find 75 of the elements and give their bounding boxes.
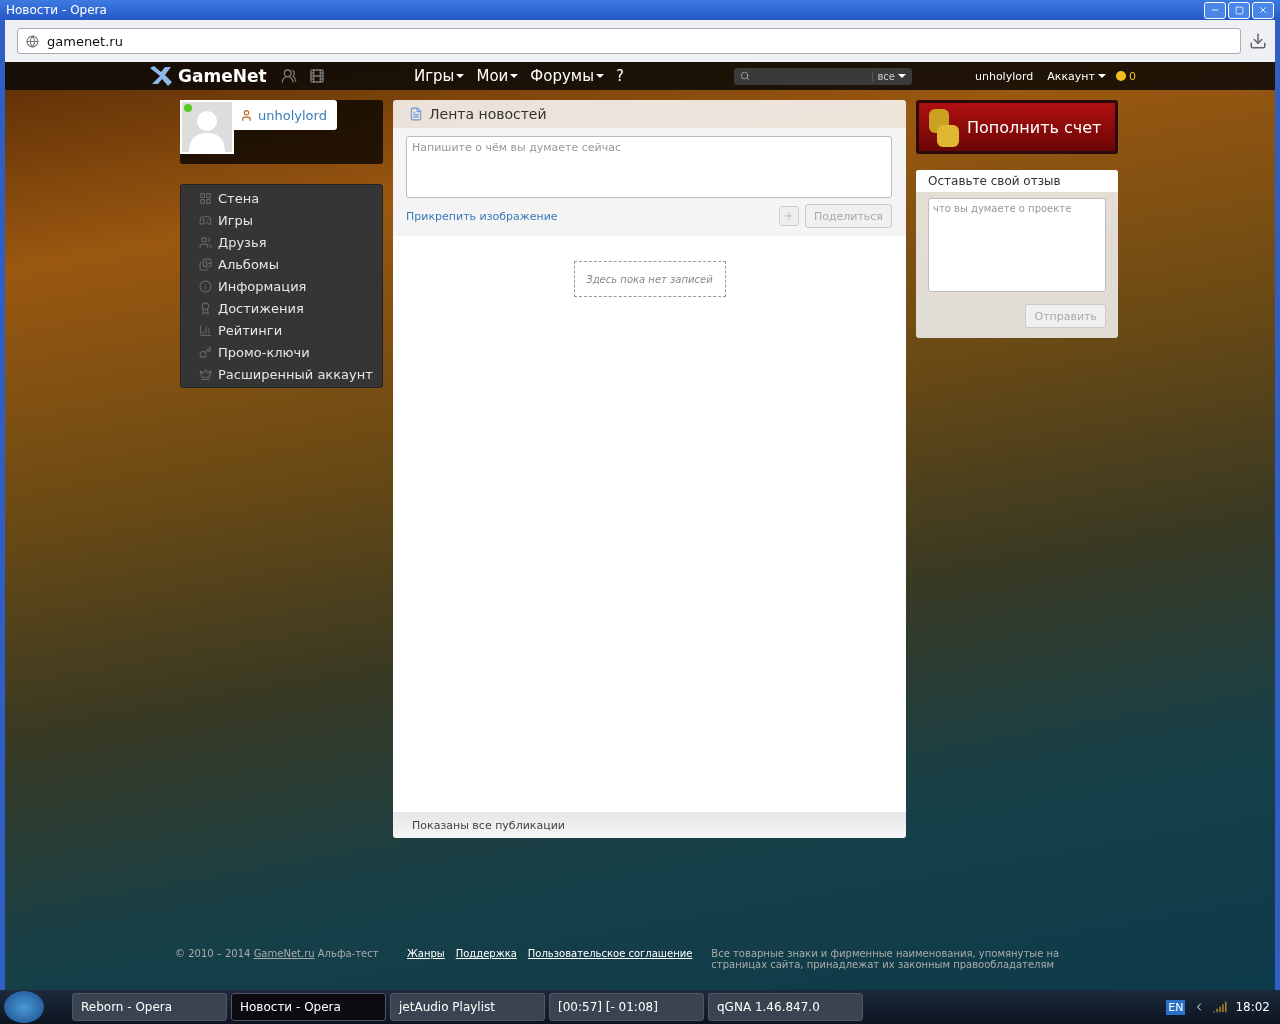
images-icon <box>199 257 212 271</box>
close-button[interactable] <box>1252 1 1274 19</box>
nav-menu[interactable]: Форумы <box>530 67 604 85</box>
sidebar-item[interactable]: Расширенный аккаунт <box>181 363 382 385</box>
minimize-button[interactable] <box>1204 1 1226 19</box>
caret-icon <box>1097 74 1106 78</box>
coin-balance: 0 <box>1115 69 1136 83</box>
username-link[interactable]: unholylord <box>974 69 1034 83</box>
maximize-button[interactable] <box>1228 1 1250 19</box>
taskbar-item[interactable]: qGNA 1.46.847.0 <box>708 993 863 1021</box>
user-icon <box>240 108 253 122</box>
people-icon[interactable] <box>281 68 297 84</box>
caret-icon <box>510 74 519 78</box>
caret-icon <box>596 74 604 78</box>
feedback-title: Оставьте свой отзыв <box>916 170 1118 192</box>
taskbar-item[interactable]: Reborn - Opera <box>72 993 227 1021</box>
sidebar-item[interactable]: Альбомы <box>181 253 382 275</box>
close-icon <box>1258 5 1268 15</box>
taskbar-item[interactable]: [00:57] [- 01:08] <box>549 993 704 1021</box>
caret-icon <box>456 74 465 78</box>
site-link[interactable]: GameNet.ru <box>253 948 315 959</box>
address-field[interactable]: gamenet.ru <box>17 28 1241 54</box>
sidebar-item[interactable]: Достижения <box>181 297 382 319</box>
download-icon[interactable] <box>1249 32 1267 50</box>
search-field[interactable]: все <box>733 67 912 85</box>
footer-link[interactable]: Поддержка <box>455 948 517 959</box>
sidebar-item[interactable]: Промо-ключи <box>181 341 382 363</box>
footer-link[interactable]: Пользовательское соглашение <box>527 948 693 959</box>
logo-icon <box>148 64 174 88</box>
top-up-button[interactable]: Пополнить счет <box>916 100 1118 154</box>
sidebar-item[interactable]: Друзья <box>181 231 382 253</box>
feed-title: Лента новостей <box>429 106 547 122</box>
site-logo[interactable]: GameNet <box>148 64 281 88</box>
search-scope-dropdown[interactable]: все <box>872 70 906 82</box>
feedback-input-field[interactable]: что вы думаете о проекте <box>928 198 1106 292</box>
language-indicator[interactable]: EN <box>1166 999 1186 1015</box>
film-icon[interactable] <box>309 68 325 84</box>
maximize-icon <box>1234 5 1244 15</box>
clock-time: 18:02 <box>1235 1000 1270 1014</box>
nav-menu[interactable]: Игры <box>414 67 465 85</box>
gamepad-icon <box>199 213 212 227</box>
sidebar-item[interactable]: Игры <box>181 209 382 231</box>
bar-chart-icon <box>199 323 212 337</box>
feed-footer-text: Показаны все публикации <box>412 818 565 832</box>
crown-icon <box>199 367 212 381</box>
taskbar-item[interactable]: Новости - Opera <box>231 993 386 1021</box>
nav-menu[interactable]: Мои <box>476 67 519 85</box>
account-menu[interactable]: Аккаунт <box>1047 69 1106 83</box>
attach-image-link[interactable]: Прикрепить изображение <box>406 209 558 223</box>
url-text: gamenet.ru <box>47 33 123 49</box>
info-icon <box>199 279 212 293</box>
sidebar-item[interactable]: Рейтинги <box>181 319 382 341</box>
start-button[interactable] <box>4 991 44 1023</box>
disclaimer-text: Все товарные знаки и фирменные наименования, упомянутые на страницах сайта, принадлежат их законным правообладателям <box>711 948 1061 970</box>
window-title: Новости - Opera <box>6 3 107 17</box>
empty-feed-message: Здесь пока нет записей <box>573 261 726 297</box>
award-icon <box>199 301 212 315</box>
copyright-text: © 2010 – 2014 GameNet.ru Альфа-тест <box>175 948 380 959</box>
help-link[interactable]: ? <box>616 67 624 85</box>
plus-icon <box>782 210 795 222</box>
globe-icon <box>26 34 39 48</box>
people-icon <box>199 235 212 249</box>
profile-username-link[interactable]: unholylord <box>234 100 337 130</box>
key-icon <box>199 345 212 359</box>
post-input-field[interactable]: Напишите о чём вы думаете сейчас <box>406 136 892 198</box>
document-icon <box>409 107 423 121</box>
search-icon <box>739 71 750 81</box>
sidebar-item[interactable]: Стена <box>181 187 382 209</box>
caret-icon <box>897 74 906 78</box>
signal-icon[interactable] <box>1213 1000 1228 1014</box>
taskbar-item[interactable]: jetAudio Playlist <box>390 993 545 1021</box>
footer-link[interactable]: Жанры <box>407 948 445 959</box>
coin-icon <box>1115 71 1126 81</box>
sidebar-item[interactable]: Информация <box>181 275 382 297</box>
grid-icon <box>199 191 212 205</box>
